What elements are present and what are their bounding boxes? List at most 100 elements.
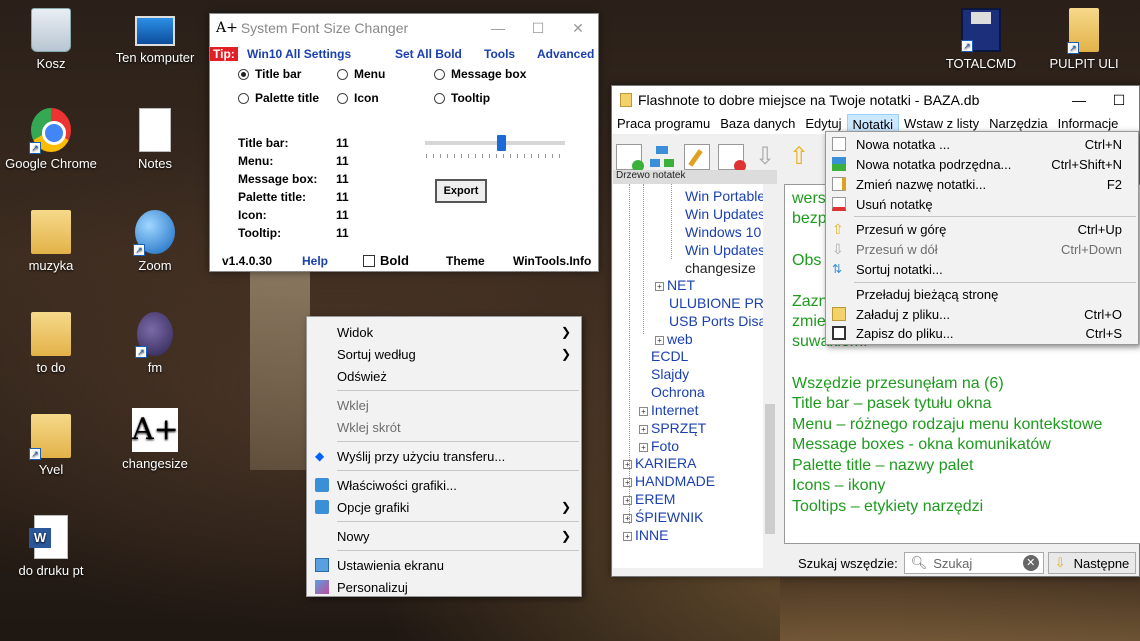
value-label: Title bar: <box>238 136 289 150</box>
tree-item[interactable]: + Internet <box>639 402 698 418</box>
menu-item-sortuj[interactable]: Sortuj według ❯ <box>307 343 581 365</box>
radio-tooltip[interactable]: Tooltip <box>434 91 490 105</box>
export-button[interactable]: Export <box>435 179 487 203</box>
clear-search-icon[interactable]: ✕ <box>1022 555 1039 571</box>
menu-item-odswiez[interactable]: Odśwież <box>307 365 581 387</box>
radio-title-bar[interactable]: Title bar <box>238 67 301 81</box>
size-slider-track[interactable] <box>425 141 565 145</box>
new-subnote-icon[interactable] <box>650 144 676 170</box>
notatki-dropdown-menu: Nowa notatka ... Ctrl+N Nowa notatka podr… <box>825 131 1139 345</box>
menu-item-usun-notatke[interactable]: Usuń notatkę <box>826 194 1138 214</box>
desktop-icon-do-druku[interactable]: do druku pt <box>1 515 101 579</box>
tree-item[interactable]: Win Portable <box>685 188 763 204</box>
menu-item-przeladuj[interactable]: Przeładuj bieżącą stronę <box>826 284 1138 304</box>
title-bar[interactable]: A+ System Font Size Changer — ☐ ✕ <box>210 14 598 42</box>
menu-item-widok[interactable]: Widok ❯ <box>307 321 581 343</box>
tree-item[interactable]: + INNE <box>623 527 668 543</box>
menu-item-label: Załaduj z pliku... <box>856 306 950 322</box>
tools-link[interactable]: Tools <box>484 47 515 61</box>
menu-item-zmien-nazwe[interactable]: Zmień nazwę notatki... F2 <box>826 174 1138 194</box>
folder-icon <box>31 312 71 356</box>
menu-item-ustawienia-ekranu[interactable]: Ustawienia ekranu <box>307 554 581 576</box>
menu-praca-programu[interactable]: Praca programu <box>612 114 715 134</box>
desktop-icon-recycle-bin[interactable]: Kosz <box>1 8 101 72</box>
new-note-icon[interactable] <box>616 144 644 172</box>
tree-item[interactable]: Win Updates <box>685 242 763 258</box>
size-slider-thumb[interactable] <box>497 135 506 151</box>
desktop-icon-fm[interactable]: ↗ fm <box>105 312 205 376</box>
tree-item[interactable]: + ŚPIEWNIK <box>623 509 703 525</box>
theme-link[interactable]: Theme <box>446 254 485 268</box>
radio-palette-title[interactable]: Palette title <box>238 91 319 105</box>
set-all-bold-link[interactable]: Set All Bold <box>395 47 462 61</box>
desktop-icon-pulpit-uli[interactable]: ↗ PULPIT ULI <box>1034 8 1134 72</box>
radio-label: Palette title <box>255 91 320 105</box>
tree-item-selected[interactable]: changesize <box>685 260 756 276</box>
desktop-icon-notes[interactable]: Notes <box>105 108 205 172</box>
tree-item[interactable]: Win Updates <box>685 206 763 222</box>
next-button[interactable]: ⇩ Następne <box>1047 552 1137 574</box>
tree-item[interactable]: + HANDMADE <box>623 473 715 489</box>
menu-item-personalizuj[interactable]: Personalizuj <box>307 576 581 598</box>
wintools-link[interactable]: WinTools.Info <box>513 254 591 268</box>
tree-item[interactable]: + EREM <box>623 491 675 507</box>
menu-item-wklej-skrot: Wklej skrót <box>307 416 581 438</box>
maximize-icon[interactable]: ☐ <box>518 20 558 37</box>
desktop-icon-changesize[interactable]: A+ changesize <box>105 408 205 472</box>
tree-item[interactable]: ECDL <box>651 348 688 364</box>
desktop-icon-chrome[interactable]: ↗ Google Chrome <box>1 108 101 172</box>
radio-label: Menu <box>354 67 386 81</box>
minimize-icon[interactable]: — <box>1059 92 1099 109</box>
radio-message-box[interactable]: Message box <box>434 67 526 81</box>
tree-scrollbar[interactable] <box>763 184 777 568</box>
save-icon <box>832 326 846 340</box>
menu-item-wlasciwosci-grafiki[interactable]: Właściwości grafiki... <box>307 474 581 496</box>
tree-item[interactable]: Ochrona <box>651 384 705 400</box>
help-link[interactable]: Help <box>302 254 328 268</box>
tree-item[interactable]: ULUBIONE PR <box>669 295 763 311</box>
advanced-link[interactable]: Advanced <box>537 47 594 61</box>
close-icon[interactable]: ✕ <box>558 20 598 37</box>
expand-icon: + <box>655 336 664 345</box>
desktop-icon-this-pc[interactable]: Ten komputer <box>105 8 205 66</box>
maximize-icon[interactable]: ☐ <box>1099 92 1139 109</box>
move-down-icon[interactable]: ⇩ <box>752 144 778 170</box>
menu-item-opcje-grafiki[interactable]: Opcje grafiki ❯ <box>307 496 581 518</box>
tree-item[interactable]: + web <box>655 331 693 347</box>
desktop-icon-totalcmd[interactable]: ↗ TOTALCMD <box>931 8 1031 72</box>
delete-note-icon[interactable] <box>718 144 746 172</box>
tree-item[interactable]: + Foto <box>639 438 679 454</box>
title-bar[interactable]: Flashnote to dobre miejsce na Twoje nota… <box>612 86 1139 114</box>
tree-item[interactable]: + KARIERA <box>623 455 696 471</box>
bold-checkbox[interactable]: Bold <box>363 253 409 268</box>
menu-item-zapisz-do-pliku[interactable]: Zapisz do pliku... Ctrl+S <box>826 323 1138 343</box>
rename-note-icon[interactable] <box>684 144 710 170</box>
tree-item[interactable]: + SPRZĘT <box>639 420 706 436</box>
tree-item[interactable]: USB Ports Disa <box>669 313 763 329</box>
menu-item-transfer[interactable]: ◆ Wyślij przy użyciu transferu... <box>307 445 581 467</box>
menu-item-sortuj-notatki[interactable]: ⇅ Sortuj notatki... <box>826 259 1138 279</box>
minimize-icon[interactable]: — <box>478 20 518 37</box>
win10-settings-link[interactable]: Win10 All Settings <box>247 47 351 61</box>
checkbox-icon <box>363 255 375 267</box>
radio-icon-option[interactable]: Icon <box>337 91 379 105</box>
menu-item-nowa-podrzedna[interactable]: Nowa notatka podrzędna... Ctrl+Shift+N <box>826 154 1138 174</box>
tree-item[interactable]: Slajdy <box>651 366 689 382</box>
menu-item-przesun-w-gore[interactable]: ⇧ Przesuń w górę Ctrl+Up <box>826 219 1138 239</box>
desktop-icon-yvel[interactable]: ↗ Yvel <box>1 414 101 478</box>
tree-item[interactable]: + NET <box>655 277 695 293</box>
move-up-icon[interactable]: ⇧ <box>786 144 812 170</box>
tree-item[interactable]: Windows 10 <box>685 224 761 240</box>
search-input[interactable]: 🔍︎ Szukaj ✕ <box>903 552 1044 574</box>
radio-menu[interactable]: Menu <box>337 67 385 81</box>
menu-baza-danych[interactable]: Baza danych <box>715 114 800 134</box>
scrollbar-thumb[interactable] <box>765 404 775 534</box>
menu-item-nowa-notatka[interactable]: Nowa notatka ... Ctrl+N <box>826 134 1138 154</box>
desktop-icon-muzyka[interactable]: muzyka <box>1 210 101 274</box>
version-label: v1.4.0.30 <box>222 254 273 268</box>
arrow-up-icon: ⇧ <box>832 221 844 237</box>
menu-item-nowy[interactable]: Nowy ❯ <box>307 525 581 547</box>
desktop-icon-to-do[interactable]: to do <box>1 312 101 376</box>
desktop-icon-zoom[interactable]: ↗ Zoom <box>105 210 205 274</box>
menu-item-zaladuj-z-pliku[interactable]: Załaduj z pliku... Ctrl+O <box>826 304 1138 324</box>
